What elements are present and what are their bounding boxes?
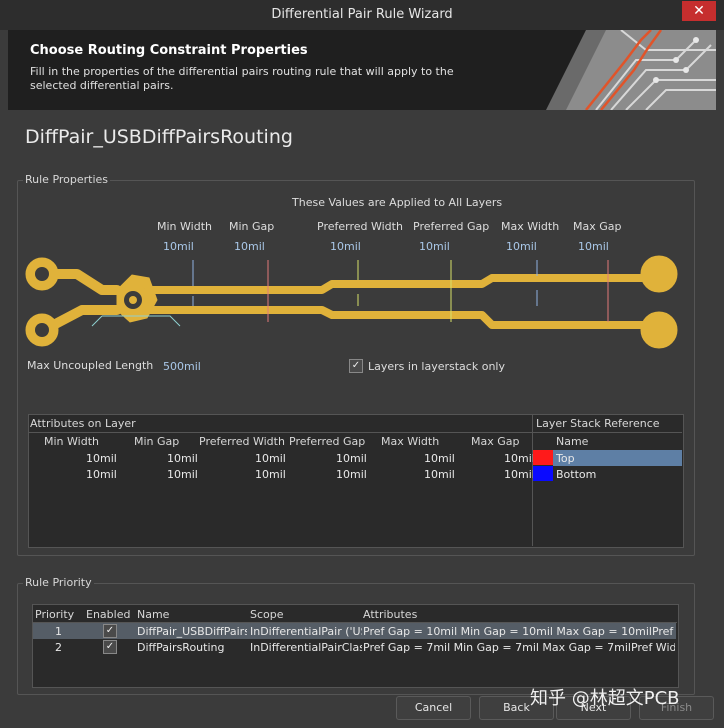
priority-cell: 2 xyxy=(55,641,62,654)
layer-stack-reference-header: Layer Stack Reference xyxy=(536,417,660,430)
col-scope[interactable]: Scope xyxy=(250,608,284,621)
col-min-width[interactable]: Min Width xyxy=(44,435,99,448)
table-cell: 10mil xyxy=(424,468,455,481)
rule-properties-label: Rule Properties xyxy=(23,173,111,186)
priority-cell: 1 xyxy=(55,625,62,638)
col-max-width[interactable]: Max Width xyxy=(381,435,439,448)
min-gap-label: Min Gap xyxy=(229,220,275,233)
layer-color-swatch xyxy=(533,466,553,481)
col-name[interactable]: Name xyxy=(137,608,169,621)
scope-cell: InDifferentialPair ('US xyxy=(250,625,362,638)
enabled-checkbox[interactable]: ✓ xyxy=(103,624,117,638)
table-cell: 10mil xyxy=(336,452,367,465)
attributes-cell: Pref Gap = 7mil Min Gap = 7mil Max Gap =… xyxy=(363,641,675,654)
watermark-text: 知乎 @林超文PCB xyxy=(530,688,680,709)
layer-name: Top xyxy=(556,452,575,465)
preferred-gap-label: Preferred Gap xyxy=(413,220,490,233)
table-cell: 10mil xyxy=(424,452,455,465)
pcb-banner-image xyxy=(546,30,716,110)
table-cell: 10mil xyxy=(255,468,286,481)
col-min-gap[interactable]: Min Gap xyxy=(134,435,179,448)
header-divider xyxy=(28,432,682,433)
layer-color-swatch xyxy=(533,450,553,465)
attributes-on-layer-header: Attributes on Layer xyxy=(30,417,136,430)
layers-only-checkbox[interactable]: ✓ xyxy=(349,359,363,373)
header-description: Fill in the properties of the differenti… xyxy=(30,65,454,92)
rule-name-cell: DiffPair_USBDiffPairsR xyxy=(137,625,247,638)
rule-name-cell: DiffPairsRouting xyxy=(137,641,225,654)
col-layer-name[interactable]: Name xyxy=(556,435,588,448)
wizard-header: Choose Routing Constraint Properties Fil… xyxy=(8,30,716,110)
max-gap-label: Max Gap xyxy=(573,220,622,233)
table-cell: 10mil xyxy=(336,468,367,481)
max-width-label: Max Width xyxy=(501,220,560,233)
layers-only-label: Layers in layerstack only xyxy=(368,360,505,373)
close-button[interactable]: ✕ xyxy=(682,1,716,21)
col-preferred-width[interactable]: Preferred Width xyxy=(199,435,285,448)
preferred-width-label: Preferred Width xyxy=(317,220,403,233)
attributes-cell: Pref Gap = 10mil Min Gap = 10mil Max Gap… xyxy=(363,625,675,638)
col-priority[interactable]: Priority xyxy=(35,608,74,621)
col-max-gap[interactable]: Max Gap xyxy=(471,435,520,448)
max-uncoupled-length-label: Max Uncoupled Length xyxy=(27,359,154,372)
table-cell: 10mil xyxy=(504,468,535,481)
rule-name-title: DiffPair_USBDiffPairsRouting xyxy=(25,126,293,148)
table-cell: 10mil xyxy=(86,452,117,465)
col-preferred-gap[interactable]: Preferred Gap xyxy=(289,435,365,448)
rule-priority-label: Rule Priority xyxy=(23,576,94,589)
col-attributes[interactable]: Attributes xyxy=(363,608,417,621)
min-width-label: Min Width xyxy=(157,220,212,233)
header-title: Choose Routing Constraint Properties xyxy=(30,43,308,58)
table-cell: 10mil xyxy=(86,468,117,481)
col-enabled[interactable]: Enabled xyxy=(86,608,130,621)
table-cell: 10mil xyxy=(167,452,198,465)
window-title: Differential Pair Rule Wizard xyxy=(271,7,453,22)
scope-cell: InDifferentialPairClas xyxy=(250,641,362,654)
layer-name: Bottom xyxy=(556,468,597,481)
diff-pair-diagram xyxy=(25,255,678,349)
max-uncoupled-length-value[interactable]: 500mil xyxy=(163,360,201,373)
cancel-button[interactable]: Cancel xyxy=(396,696,471,720)
table-cell: 10mil xyxy=(255,452,286,465)
all-layers-banner: These Values are Applied to All Layers xyxy=(292,196,503,209)
wizard-window: Differential Pair Rule Wizard ✕ Choose R… xyxy=(0,0,724,728)
table-cell: 10mil xyxy=(167,468,198,481)
title-bar: Differential Pair Rule Wizard ✕ xyxy=(0,0,724,30)
table-cell: 10mil xyxy=(504,452,535,465)
enabled-checkbox[interactable]: ✓ xyxy=(103,640,117,654)
